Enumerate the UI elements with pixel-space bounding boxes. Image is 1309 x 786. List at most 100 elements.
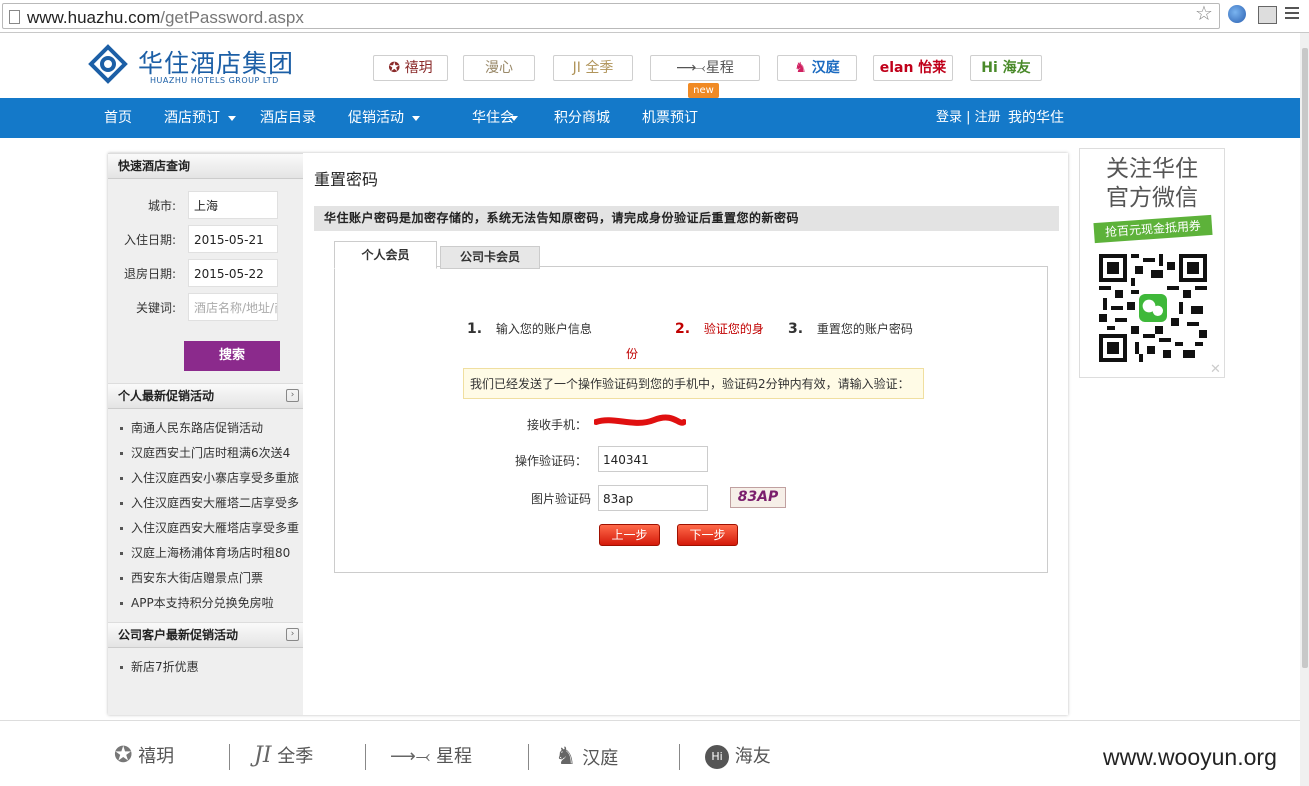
address-bar[interactable]: www.huazhu.com/getPassword.aspx xyxy=(2,3,1220,29)
prev-step-button[interactable]: 上一步 xyxy=(599,524,660,546)
hanting-horse-icon: ♞ xyxy=(555,742,577,770)
promo-item[interactable]: 汉庭上海杨浦体育场店时租80 xyxy=(120,544,300,561)
promo-item[interactable]: 西安东大街店赠景点门票 xyxy=(120,569,300,586)
brand-xingcheng-label: 星程 xyxy=(705,60,734,76)
brand-manxin[interactable]: 漫心 xyxy=(463,55,535,81)
wechat-promo[interactable]: 关注华住 官方微信 抢百元现金抵用券 xyxy=(1079,148,1225,378)
keyword-input[interactable]: 酒店名称/地址/商 xyxy=(188,293,278,321)
step-2: 2. 验证您的身 xyxy=(675,320,764,337)
globe-extension-icon[interactable] xyxy=(1228,5,1246,23)
promo-item[interactable]: 入住汉庭西安大雁塔二店享受多 xyxy=(120,494,300,511)
personal-promo-title: 个人最新促销活动 › xyxy=(108,383,303,409)
step-2-text-wrap: 份 xyxy=(626,347,639,361)
logo-subtitle: HUAZHU HOTELS GROUP LTD xyxy=(150,76,279,85)
brand-hanting-label: 汉庭 xyxy=(811,60,840,76)
footer-brand-xiyue-label: 禧玥 xyxy=(138,746,175,767)
footer-separator xyxy=(528,744,529,770)
step-1-text: 输入您的账户信息 xyxy=(495,322,592,336)
step-3-number: 3. xyxy=(788,321,804,337)
footer-brand-haiyou[interactable]: Hi 海友 xyxy=(705,742,771,769)
url-host: www.huazhu.com xyxy=(27,8,161,27)
footer-brand-haiyou-label: 海友 xyxy=(734,746,771,767)
personal-promo-title-text: 个人最新促销活动 xyxy=(118,389,215,403)
chevron-down-icon xyxy=(510,115,518,121)
step-1-number: 1. xyxy=(467,321,483,337)
nav-login-register[interactable]: 登录 | 注册 xyxy=(936,98,1001,138)
bookmark-star-icon[interactable]: ☆ xyxy=(1195,1,1213,25)
footer-brand-quanji-label: 全季 xyxy=(277,746,314,767)
nav-huazhu-club[interactable]: 华住会 xyxy=(472,98,518,138)
redacted-phone-scribble xyxy=(594,414,686,426)
wechat-qr-code xyxy=(1099,254,1207,362)
tab-corporate-member[interactable]: 公司卡会员 xyxy=(440,246,540,269)
xingcheng-wing-icon: ⟶⤙ xyxy=(390,746,431,767)
chevron-down-icon xyxy=(228,115,236,121)
corp-promo-title: 公司客户最新促销活动 › xyxy=(108,622,303,648)
promo-item[interactable]: 南通人民东路店促销活动 xyxy=(120,419,300,436)
close-icon[interactable]: ✕ xyxy=(1210,362,1221,377)
more-arrow-icon[interactable]: › xyxy=(286,628,299,641)
step-2-number: 2. xyxy=(675,321,691,337)
city-input[interactable]: 上海 xyxy=(188,191,278,219)
sidebar: 快速酒店查询 城市: 上海 入住日期: 2015-05-21 退房日期: 201… xyxy=(108,153,303,715)
footer-brand-xingcheng-label: 星程 xyxy=(435,746,472,767)
page-icon xyxy=(9,10,20,24)
nav-points-mall[interactable]: 积分商城 xyxy=(554,98,610,138)
menu-icon[interactable] xyxy=(1285,7,1299,22)
next-step-button[interactable]: 下一步 xyxy=(677,524,738,546)
captcha-image[interactable]: 83AP xyxy=(730,487,786,508)
checkout-date-input[interactable]: 2015-05-22 xyxy=(188,259,278,287)
footer-brand-xiyue[interactable]: ✪ 禧玥 xyxy=(114,742,174,768)
more-arrow-icon[interactable]: › xyxy=(286,389,299,402)
nav-home[interactable]: 首页 xyxy=(104,98,132,138)
footer-separator xyxy=(229,744,230,770)
brand-hanting[interactable]: ♞ 汉庭 xyxy=(777,55,857,81)
wechat-ribbon: 抢百元现金抵用券 xyxy=(1093,214,1213,244)
opcode-input[interactable]: 140341 xyxy=(598,446,708,472)
page-title: 重置密码 xyxy=(314,170,379,189)
chevron-down-icon xyxy=(412,115,420,121)
step-3: 3. 重置您的账户密码 xyxy=(788,320,913,337)
logo-mark-icon xyxy=(88,44,128,84)
logo-title: 华住酒店集团 xyxy=(138,49,295,78)
promo-item[interactable]: 入住汉庭西安大雁塔店享受多重 xyxy=(120,519,300,536)
brand-xingcheng[interactable]: ⟶⤙ 星程 xyxy=(650,55,760,81)
nav-hotel-directory[interactable]: 酒店目录 xyxy=(260,98,316,138)
extension-icon[interactable] xyxy=(1258,6,1277,24)
password-notice: 华住账户密码是加密存储的，系统无法告知原密码，请完成身份验证后重置您的新密码 xyxy=(314,206,1059,231)
tab-personal-member[interactable]: 个人会员 xyxy=(334,241,437,269)
city-label: 城市: xyxy=(147,199,176,213)
brand-xiyue[interactable]: ✪ 禧玥 xyxy=(373,55,448,81)
url-text[interactable]: www.huazhu.com/getPassword.aspx xyxy=(27,8,304,28)
checkin-label: 入住日期: xyxy=(123,233,176,247)
nav-my-huazhu[interactable]: 我的华住 xyxy=(1008,98,1064,138)
keyword-label: 关键词: xyxy=(135,301,176,315)
haiyou-hi-icon: Hi xyxy=(705,745,729,769)
nav-hotel-booking[interactable]: 酒店预订 xyxy=(164,98,236,138)
footer-brand-xingcheng[interactable]: ⟶⤙ 星程 xyxy=(390,742,472,768)
footer-divider xyxy=(0,720,1300,721)
promo-item[interactable]: 入住汉庭西安小寨店享受多重旅 xyxy=(120,469,300,486)
brand-elan[interactable]: elan 怡莱 xyxy=(873,55,953,81)
footer-brand-quanji[interactable]: JI 全季 xyxy=(254,742,313,768)
scrollbar-thumb[interactable] xyxy=(1302,48,1308,668)
nav-promotions[interactable]: 促销活动 xyxy=(348,98,420,138)
promo-item[interactable]: 新店7折优惠 xyxy=(120,658,300,675)
brand-quanji[interactable]: JI 全季 xyxy=(553,55,633,81)
browser-toolbar: www.huazhu.com/getPassword.aspx ☆ xyxy=(0,0,1309,33)
wechat-title: 关注华住 官方微信 xyxy=(1080,155,1224,213)
brand-haiyou[interactable]: Hi 海友 xyxy=(970,55,1042,81)
captcha-input[interactable]: 83ap xyxy=(598,485,708,511)
promo-item[interactable]: 汉庭西安土门店时租满6次送4 xyxy=(120,444,300,461)
wechat-title-line2: 官方微信 xyxy=(1106,185,1198,211)
checkin-date-input[interactable]: 2015-05-21 xyxy=(188,225,278,253)
footer-brand-hanting[interactable]: ♞ 汉庭 xyxy=(555,742,618,770)
footer-separator xyxy=(679,744,680,770)
main-nav: 首页 酒店预订 酒店目录 促销活动 华住会 积分商城 机票预订 登录 | 注册 … xyxy=(0,98,1300,138)
search-button[interactable]: 搜索 xyxy=(184,341,280,371)
corp-promo-title-text: 公司客户最新促销活动 xyxy=(118,628,239,642)
nav-flight-booking[interactable]: 机票预订 xyxy=(642,98,698,138)
footer-brand-hanting-label: 汉庭 xyxy=(582,748,619,769)
xiyue-seal-icon: ✪ xyxy=(114,743,133,768)
promo-item[interactable]: APP本支持积分兑换免房啦 xyxy=(120,594,300,611)
